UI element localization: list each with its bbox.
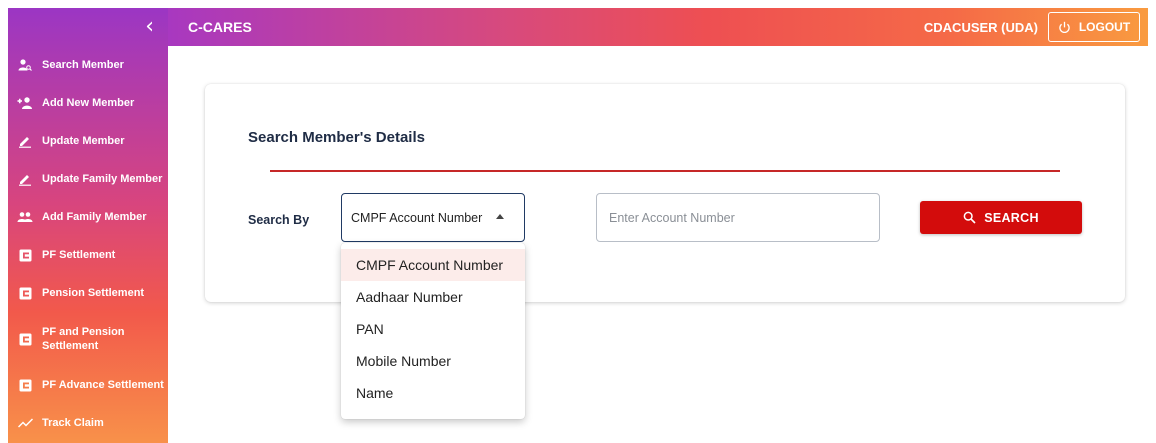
logout-button[interactable]: LOGOUT xyxy=(1048,12,1140,42)
sidebar-item-add-family-member[interactable]: Add Family Member xyxy=(8,198,168,236)
select-value: CMPF Account Number xyxy=(351,210,483,225)
sidebar-item-pf-and-pension-settlement[interactable]: PF and Pension Settlement xyxy=(8,312,168,366)
caret-up-icon xyxy=(496,214,504,219)
sidebar-item-track-claim[interactable]: Track Claim xyxy=(8,404,168,442)
power-icon xyxy=(1058,21,1071,34)
dropdown-option-aadhaar-number[interactable]: Aadhaar Number xyxy=(341,281,525,313)
wallet-icon xyxy=(17,331,33,347)
sidebar-top: ‹ xyxy=(8,8,168,46)
app-title: C-CARES xyxy=(188,19,252,35)
dropdown-option-cmpf-account-number[interactable]: CMPF Account Number xyxy=(341,249,525,281)
group-icon xyxy=(17,209,33,225)
sidebar-item-search-member[interactable]: Search Member xyxy=(8,46,168,84)
sidebar-item-pf-advance-settlement[interactable]: PF Advance Settlement xyxy=(8,366,168,404)
account-number-input[interactable] xyxy=(596,193,880,242)
sidebar-item-label: PF Settlement xyxy=(42,249,116,261)
dropdown-option-pan[interactable]: PAN xyxy=(341,313,525,345)
page-title: Search Member's Details xyxy=(248,129,425,146)
sidebar-item-pf-settlement[interactable]: PF Settlement xyxy=(8,236,168,274)
sidebar-item-label: Search Member xyxy=(42,59,124,71)
search-by-dropdown-menu: CMPF Account Number Aadhaar Number PAN M… xyxy=(341,243,525,419)
search-button-label: SEARCH xyxy=(984,210,1039,225)
chevron-left-icon[interactable]: ‹ xyxy=(145,16,154,38)
sidebar-item-add-new-member[interactable]: Add New Member xyxy=(8,84,168,122)
pencil-icon xyxy=(17,171,33,187)
sidebar: ‹ Search Member Add New Member Update Me… xyxy=(8,8,168,443)
sidebar-item-label: Add New Member xyxy=(42,97,135,109)
app-root: ‹ Search Member Add New Member Update Me… xyxy=(0,0,1156,443)
trending-icon xyxy=(17,415,33,431)
user-name: CDACUSER (UDA) xyxy=(923,19,1038,35)
dropdown-option-mobile-number[interactable]: Mobile Number xyxy=(341,345,525,377)
sidebar-item-update-member[interactable]: Update Member xyxy=(8,122,168,160)
wallet-icon xyxy=(17,285,33,301)
wallet-icon xyxy=(17,247,33,263)
title-divider xyxy=(270,170,1060,172)
search-by-label: Search By xyxy=(248,213,310,227)
sidebar-item-label: Pension Settlement xyxy=(42,287,145,299)
sidebar-item-label: PF and Pension Settlement xyxy=(42,326,125,352)
person-search-icon xyxy=(17,57,33,73)
wallet-icon xyxy=(17,377,33,393)
person-add-icon xyxy=(17,95,33,111)
sidebar-item-label: Track Claim xyxy=(42,417,104,429)
sidebar-item-label: Update Member xyxy=(42,135,125,147)
pencil-icon xyxy=(17,133,33,149)
sidebar-item-label: Add Family Member xyxy=(42,211,147,223)
logout-label: LOGOUT xyxy=(1078,20,1131,34)
dropdown-option-name[interactable]: Name xyxy=(341,377,525,409)
top-header: C-CARES CDACUSER (UDA) LOGOUT xyxy=(168,8,1148,46)
search-icon xyxy=(963,211,976,224)
sidebar-item-pension-settlement[interactable]: Pension Settlement xyxy=(8,274,168,312)
sidebar-item-label: Update Family Member xyxy=(42,173,163,185)
header-right: CDACUSER (UDA) LOGOUT xyxy=(924,12,1140,42)
sidebar-item-label: PF Advance Settlement xyxy=(42,379,164,391)
sidebar-item-update-family-member[interactable]: Update Family Member xyxy=(8,160,168,198)
search-button[interactable]: SEARCH xyxy=(920,201,1082,234)
search-by-select[interactable]: CMPF Account Number xyxy=(341,193,525,242)
